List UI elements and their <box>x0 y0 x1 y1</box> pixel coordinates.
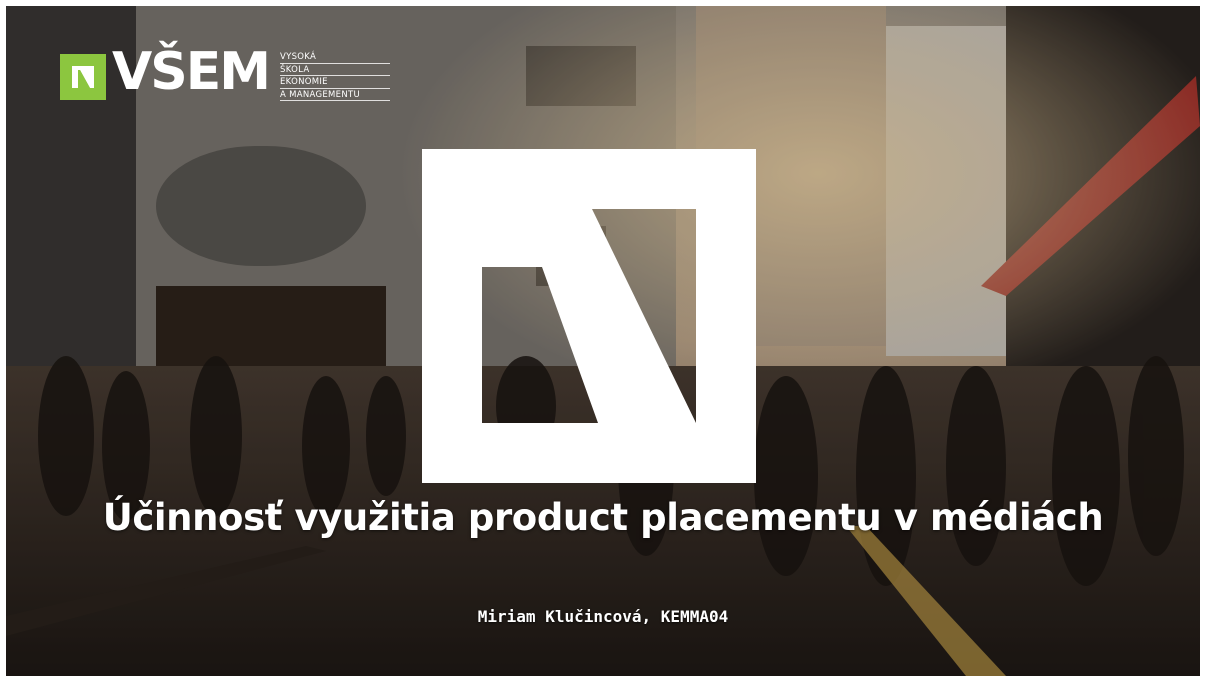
logo-tagline: VYSOKÁ ŠKOLA EKONOMIE A MANAGEMENTU <box>280 52 390 102</box>
presentation-slide: VŠEM VYSOKÁ ŠKOLA EKONOMIE A MANAGEMENTU… <box>6 6 1200 676</box>
logo-tagline-line: EKONOMIE <box>280 77 390 89</box>
logo-tagline-line: A MANAGEMENTU <box>280 90 390 101</box>
logo-tagline-line: ŠKOLA <box>280 65 390 76</box>
vsem-logo-mark-icon <box>60 54 106 100</box>
slide-title: Účinnosť využitia product placementu v m… <box>102 496 1104 539</box>
vsem-quadrant-mark-icon <box>422 149 756 483</box>
logo-tagline-line: VYSOKÁ <box>280 52 390 64</box>
logo-wordmark: VŠEM <box>112 42 271 102</box>
vsem-logo: VŠEM VYSOKÁ ŠKOLA EKONOMIE A MANAGEMENTU <box>60 42 390 102</box>
slide-subtitle: Miriam Klučincová, KEMMA04 <box>477 607 729 626</box>
